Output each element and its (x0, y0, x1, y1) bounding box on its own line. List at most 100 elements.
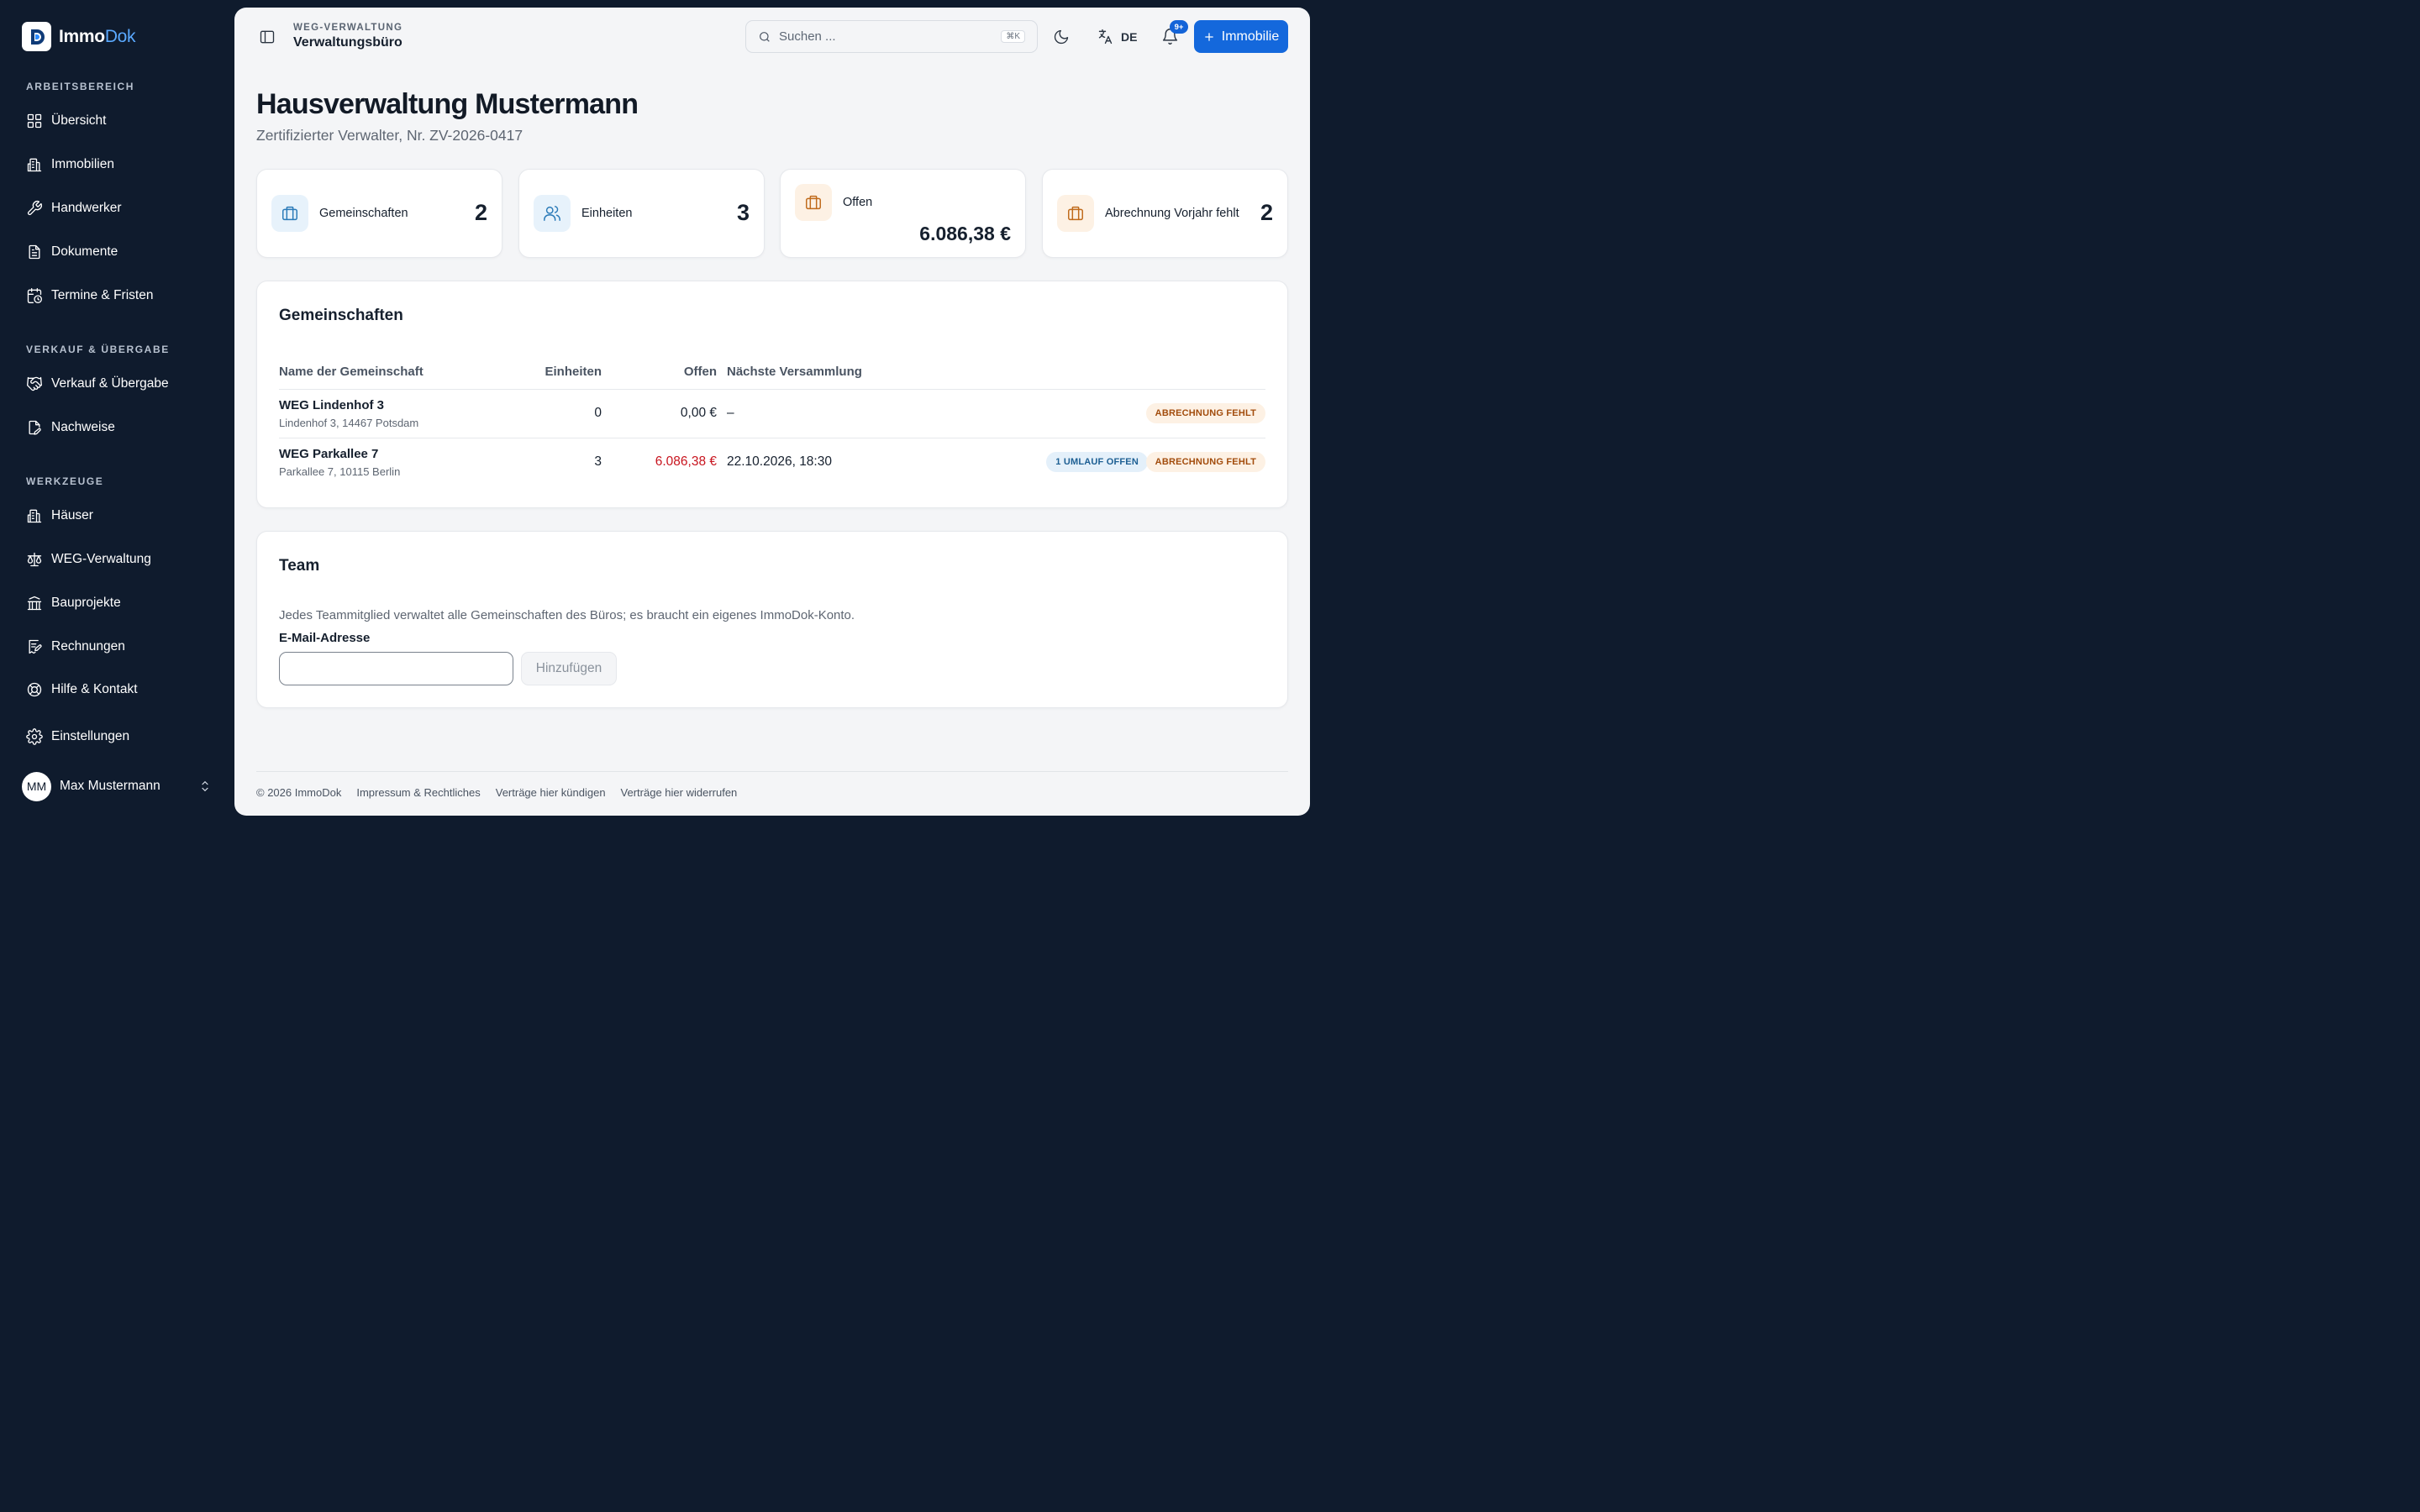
sidebar-item-help[interactable]: Hilfe & Kontakt (26, 680, 138, 700)
stat-icon (534, 195, 571, 232)
main-panel: WEG-VERWALTUNG Verwaltungsbüro Suchen ..… (234, 8, 1310, 816)
stat-label: Gemeinschaften (319, 207, 408, 220)
users-icon (544, 206, 560, 221)
status-badge: ABRECHNUNG FEHLT (1145, 403, 1265, 423)
page-title: Hausverwaltung Mustermann (256, 88, 639, 120)
column-header-units[interactable]: Einheiten (544, 365, 602, 379)
sidebar-item-label: WEG-Verwaltung (51, 552, 151, 566)
email-field[interactable] (279, 652, 513, 685)
search-input[interactable]: Suchen ... ⌘K (745, 20, 1038, 53)
sidebar-item-label: Nachweise (51, 420, 115, 434)
team-title: Team (279, 557, 320, 575)
stat-label: Einheiten (581, 207, 633, 220)
language-button[interactable]: DE (1097, 28, 1137, 45)
user-name: Max Mustermann (60, 779, 160, 793)
document-icon (29, 244, 40, 260)
community-name[interactable]: WEG Lindenhof 3 (279, 398, 384, 412)
community-name[interactable]: WEG Parkallee 7 (279, 447, 378, 461)
calendar-clock-icon (27, 288, 43, 303)
communities-title: Gemeinschaften (279, 307, 403, 324)
lifebuoy-icon (27, 682, 42, 697)
breadcrumb-current: Verwaltungsbüro (293, 35, 402, 50)
stat-card-missing-statements[interactable]: Abrechnung Vorjahr fehlt 2 (1042, 169, 1288, 258)
sidebar-item-settings[interactable]: Einstellungen (26, 727, 129, 747)
sidebar-item-label: Immobilien (51, 157, 114, 171)
sidebar-item-sale-handover[interactable]: Verkauf & Übergabe (26, 374, 169, 394)
sidebar-item-weg-administration[interactable]: WEG-Verwaltung (26, 549, 151, 570)
column-header-next-meeting[interactable]: Nächste Versammlung (727, 365, 862, 379)
brand[interactable]: ImmoDok (22, 22, 136, 51)
briefcase-icon (1068, 206, 1083, 221)
sidebar-item-invoices[interactable]: Rechnungen (26, 637, 125, 657)
add-member-button[interactable]: Hinzufügen (521, 652, 617, 685)
search-shortcut: ⌘K (1001, 30, 1025, 43)
sidebar-item-label: Einstellungen (51, 729, 130, 743)
sidebar-item-houses[interactable]: Häuser (26, 506, 93, 526)
scale-icon (27, 552, 42, 567)
communities-card: Gemeinschaften Name der Gemeinschaft Ein… (256, 281, 1288, 508)
grid-icon (27, 113, 42, 129)
translate-icon (1098, 29, 1113, 45)
sidebar-toggle-button[interactable] (259, 29, 276, 45)
community-address: Lindenhof 3, 14467 Potsdam (279, 417, 419, 429)
building-icon (27, 509, 42, 523)
sidebar-item-label: Dokumente (51, 244, 118, 259)
language-label: DE (1121, 29, 1138, 44)
community-next-meeting: 22.10.2026, 18:30 (727, 454, 832, 469)
theme-toggle-button[interactable] (1053, 29, 1070, 45)
briefcase-icon (806, 195, 821, 210)
landmark-icon (27, 596, 42, 611)
sidebar-item-proofs[interactable]: Nachweise (26, 417, 115, 438)
stat-value: 6.086,38 € (919, 223, 1011, 244)
footer-link-cancel-contracts[interactable]: Verträge hier kündigen (496, 786, 606, 799)
community-next-meeting: – (727, 406, 734, 420)
notifications-count-badge: 9+ (1170, 20, 1188, 34)
status-badge: 1 UMLAUF OFFEN (1046, 452, 1148, 472)
stat-icon (795, 184, 832, 221)
brand-name-part2: Dok (104, 26, 136, 46)
status-badge: ABRECHNUNG FEHLT (1145, 452, 1265, 472)
sidebar-item-label: Bauprojekte (51, 596, 121, 610)
sidebar-item-craftsmen[interactable]: Handwerker (26, 198, 122, 218)
column-header-name[interactable]: Name der Gemeinschaft (279, 365, 424, 379)
stat-card-communities[interactable]: Gemeinschaften 2 (256, 169, 502, 258)
sidebar-item-properties[interactable]: Immobilien (26, 155, 114, 175)
footer-divider (256, 771, 1288, 772)
notifications-button[interactable]: 9+ (1161, 20, 1188, 45)
stat-icon (271, 195, 308, 232)
section-label-sale: VERKAUF & ÜBERGABE (26, 344, 170, 355)
sidebar-item-appointments[interactable]: Termine & Fristen (26, 286, 153, 306)
stat-icon (1057, 195, 1094, 232)
stat-label: Abrechnung Vorjahr fehlt (1105, 207, 1239, 220)
briefcase-icon (282, 206, 297, 221)
stat-value: 2 (1260, 200, 1273, 225)
add-property-button[interactable]: Immobilie (1194, 20, 1288, 53)
footer-link-imprint[interactable]: Impressum & Rechtliches (356, 786, 480, 799)
sidebar-item-construction[interactable]: Bauprojekte (26, 593, 121, 613)
sidebar-item-label: Übersicht (51, 113, 107, 128)
search-icon (760, 31, 770, 42)
footer: © 2026 ImmoDok Impressum & Rechtliches V… (256, 786, 737, 799)
file-edit-icon (29, 420, 41, 435)
column-header-open[interactable]: Offen (684, 365, 717, 379)
sidebar: ImmoDok ARBEITSBEREICH Übersicht Immobil… (0, 0, 234, 823)
community-address: Parkallee 7, 10115 Berlin (279, 465, 401, 478)
stat-card-open[interactable]: Offen 6.086,38 € (780, 169, 1026, 258)
plus-icon (1205, 32, 1213, 41)
sidebar-item-documents[interactable]: Dokumente (26, 242, 118, 262)
stat-label: Offen (843, 196, 873, 209)
user-menu[interactable]: MM Max Mustermann (22, 771, 212, 801)
sidebar-item-label: Verkauf & Übergabe (51, 376, 169, 391)
search-placeholder: Suchen ... (779, 29, 836, 44)
community-open-amount: 6.086,38 € (655, 454, 717, 469)
sidebar-item-overview[interactable]: Übersicht (26, 111, 106, 131)
stat-card-units[interactable]: Einheiten 3 (518, 169, 765, 258)
sidebar-item-label: Rechnungen (51, 639, 125, 654)
breadcrumb-parent: WEG-VERWALTUNG (293, 23, 403, 33)
app: ImmoDok ARBEITSBEREICH Übersicht Immobil… (0, 0, 1318, 823)
stat-value: 3 (736, 200, 750, 225)
team-description: Jedes Teammitglied verwaltet alle Gemein… (279, 608, 855, 622)
footer-link-revoke-contracts[interactable]: Verträge hier widerrufen (621, 786, 738, 799)
page-subtitle: Zertifizierter Verwalter, Nr. ZV-2026-04… (256, 127, 523, 144)
email-label: E-Mail-Adresse (279, 631, 371, 645)
